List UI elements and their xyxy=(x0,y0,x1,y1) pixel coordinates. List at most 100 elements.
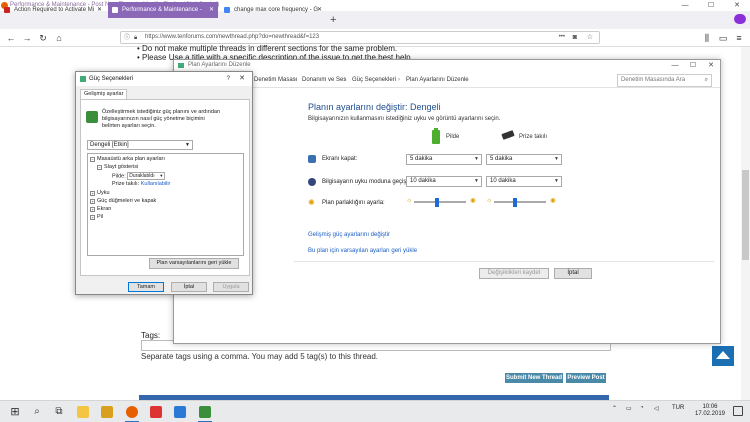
sun-low-icon: ☼ xyxy=(406,197,413,204)
power-options-icon xyxy=(80,76,86,82)
breadcrumb-power-options[interactable]: Güç Seçenekleri xyxy=(352,73,396,88)
select-value: 5 dakika xyxy=(490,156,513,162)
firefox-icon[interactable] xyxy=(126,406,138,418)
plan-minimize-button[interactable]: — xyxy=(666,60,684,71)
scroll-to-top-button[interactable] xyxy=(712,346,734,366)
sleep-plugged-select[interactable]: 10 dakika ▼ xyxy=(486,176,562,187)
page-actions-icon[interactable]: ••• xyxy=(559,32,565,43)
network-icon[interactable]: ◔ xyxy=(640,405,644,411)
collapse-icon[interactable]: − xyxy=(90,157,95,162)
slider-thumb[interactable] xyxy=(435,198,440,207)
info-icon[interactable]: ⓘ xyxy=(124,33,130,44)
forward-button[interactable]: → xyxy=(20,30,34,46)
expand-icon[interactable]: + xyxy=(90,207,95,212)
bookmark-star-icon[interactable]: ☆ xyxy=(587,32,593,43)
close-button[interactable]: ✕ xyxy=(724,0,750,11)
plan-close-button[interactable]: ✕ xyxy=(702,60,720,71)
slider-thumb[interactable] xyxy=(512,198,517,207)
breadcrumb-hardware-sound[interactable]: Donanım ve Ses xyxy=(302,73,346,88)
save-changes-button[interactable]: Değişiklikleri kaydet xyxy=(479,268,549,279)
home-button[interactable]: ⌂ xyxy=(52,30,66,46)
tab-change-max-core[interactable]: change max core frequency - G ✕ xyxy=(220,2,326,18)
breadcrumb-control-panel[interactable]: Denetim Masası xyxy=(254,73,297,88)
breadcrumb-edit-plan[interactable]: Plan Ayarlarını Düzenle xyxy=(406,73,469,88)
task-view-icon[interactable]: ⧉ xyxy=(52,404,66,420)
display-plugged-select[interactable]: 5 dakika ▼ xyxy=(486,154,562,165)
description-line: bilgisayarınızın nasıl güç yönetme biçim… xyxy=(102,116,205,122)
expand-icon[interactable]: + xyxy=(90,191,95,196)
windows-start-icon[interactable]: ⊞ xyxy=(8,404,22,420)
search-icon[interactable]: ⌕ xyxy=(30,404,44,420)
maximize-button[interactable]: ☐ xyxy=(698,0,724,11)
google-icon xyxy=(224,7,230,13)
control-panel-search[interactable]: Denetim Masasında Ara ⌕ xyxy=(617,74,712,87)
expand-icon[interactable]: + xyxy=(90,199,95,204)
scrollbar-thumb[interactable] xyxy=(742,170,749,260)
submit-new-thread-button[interactable]: Submit New Thread xyxy=(505,373,563,383)
expand-icon[interactable]: + xyxy=(90,215,95,220)
sidebar-button[interactable]: ▭ xyxy=(716,30,730,46)
plugged-in-value-link[interactable]: Kullanılabilir xyxy=(141,181,171,187)
lock-icon[interactable]: 🔒︎ xyxy=(134,33,137,44)
app-icon[interactable] xyxy=(150,406,162,418)
library-button[interactable]: ⫼ xyxy=(700,30,714,46)
ok-button[interactable]: Tamam xyxy=(128,282,164,292)
preview-post-button[interactable]: Preview Post xyxy=(566,373,606,383)
display-battery-select[interactable]: 5 dakika ▼ xyxy=(406,154,482,165)
plan-cancel-button[interactable]: İptal xyxy=(554,268,592,279)
reload-button[interactable]: ↻ xyxy=(36,30,50,46)
sleep-battery-select[interactable]: 10 dakika ▼ xyxy=(406,176,482,187)
advanced-power-settings-link[interactable]: Gelişmiş güç ayarlarını değiştir xyxy=(308,232,390,238)
tree-item-sleep[interactable]: + Uyku xyxy=(90,190,110,197)
minimize-button[interactable]: — xyxy=(672,0,698,11)
tree-item-power-buttons[interactable]: + Güç düğmeleri ve kapak xyxy=(90,198,156,205)
brightness-plugged-slider[interactable]: ☼ ✺ xyxy=(486,197,558,207)
power-plan-select[interactable]: Dengeli [Etkin] ▼ xyxy=(87,140,193,150)
clock[interactable]: 10:06 17.02.2019 xyxy=(692,404,728,418)
menu-button[interactable]: ≡ xyxy=(732,30,746,46)
close-tab-icon[interactable]: ✕ xyxy=(97,2,102,18)
brightness-battery-slider[interactable]: ☼ ✺ xyxy=(406,197,478,207)
tree-item-plugged-in[interactable]: Prize takılı: Kullanılabilir xyxy=(112,181,170,188)
url-text[interactable]: https://www.tenforums.com/newthread.php?… xyxy=(145,34,319,40)
tree-item-display[interactable]: + Ekran xyxy=(90,206,111,213)
tab-advanced-settings[interactable]: Gelişmiş ayarlar xyxy=(80,89,128,99)
settings-tree[interactable]: − Masaüstü arka plan ayarları − Slayt göst… xyxy=(87,153,244,256)
pocket-icon[interactable]: ◙ xyxy=(573,32,577,43)
dialog-cancel-button[interactable]: İptal xyxy=(171,282,207,292)
tree-item-desktop-background[interactable]: − Masaüstü arka plan ayarları xyxy=(90,156,165,163)
tree-item-on-battery[interactable]: Pilde: Duraklatıldı ▼ xyxy=(112,172,166,180)
tree-label: Uyku xyxy=(97,190,110,196)
help-button[interactable]: ? xyxy=(227,72,230,86)
battery-tray-icon[interactable]: ▭ xyxy=(626,405,632,412)
plan-maximize-button[interactable]: ☐ xyxy=(684,60,702,71)
app-icon[interactable] xyxy=(101,406,113,418)
restore-plan-defaults-button[interactable]: Plan varsayılanlarını geri yükle xyxy=(149,258,239,269)
power-options-icon[interactable] xyxy=(199,406,211,418)
tab-action-required[interactable]: Action Required to Activate Mi ✕ xyxy=(0,2,106,18)
notification-center-icon[interactable] xyxy=(733,406,743,416)
close-tab-icon[interactable]: ✕ xyxy=(317,2,322,18)
volume-icon[interactable]: ◁ xyxy=(654,405,659,412)
dialog-title: Güç Seçenekleri xyxy=(89,76,134,82)
collapse-icon[interactable]: − xyxy=(97,165,102,170)
tree-item-slideshow[interactable]: − Slayt gösterisi xyxy=(97,164,138,171)
tab-performance-maintenance[interactable]: Performance & Maintenance - ✕ xyxy=(108,2,218,18)
mail-icon[interactable] xyxy=(174,406,186,418)
restore-defaults-link[interactable]: Bu plan için varsayılan ayarları geri yü… xyxy=(308,248,417,254)
select-value: 5 dakika xyxy=(410,156,433,162)
column-on-battery: Pilde xyxy=(446,134,460,140)
dialog-close-button[interactable]: ✕ xyxy=(239,72,245,86)
tray-chevron-icon[interactable]: ⌃ xyxy=(612,405,617,412)
apply-button[interactable]: Uygula xyxy=(213,282,249,292)
file-explorer-icon[interactable] xyxy=(77,406,89,418)
url-bar[interactable]: ⓘ 🔒︎ https://www.tenforums.com/newthread… xyxy=(120,31,600,44)
tree-label: Masaüstü arka plan ayarları xyxy=(97,156,165,162)
tree-item-battery[interactable]: + Pil xyxy=(90,214,103,221)
chevron-down-icon: ▼ xyxy=(474,178,479,184)
on-battery-select[interactable]: Duraklatıldı ▼ xyxy=(127,172,166,180)
back-button[interactable]: ← xyxy=(4,30,18,46)
close-tab-icon[interactable]: ✕ xyxy=(209,2,214,18)
new-tab-button[interactable]: + xyxy=(330,11,336,29)
language-indicator[interactable]: TUR xyxy=(672,405,684,411)
